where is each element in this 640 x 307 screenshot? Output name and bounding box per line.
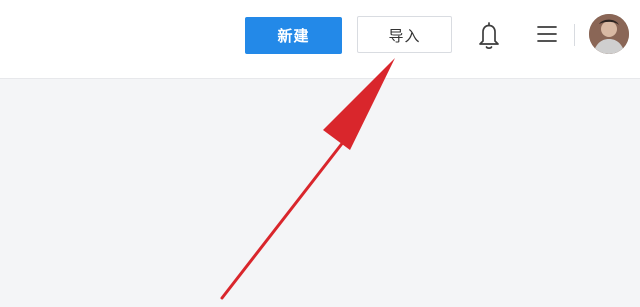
user-avatar[interactable] — [589, 14, 629, 54]
import-button[interactable]: 导入 — [357, 16, 452, 53]
page: 新建 导入 — [0, 0, 640, 307]
header-divider — [574, 24, 575, 46]
top-navigation-bar: 新建 导入 — [0, 0, 640, 79]
menu-icon[interactable] — [535, 22, 559, 46]
new-button[interactable]: 新建 — [245, 17, 342, 54]
avatar-image — [589, 14, 629, 54]
bell-icon[interactable] — [475, 19, 503, 51]
